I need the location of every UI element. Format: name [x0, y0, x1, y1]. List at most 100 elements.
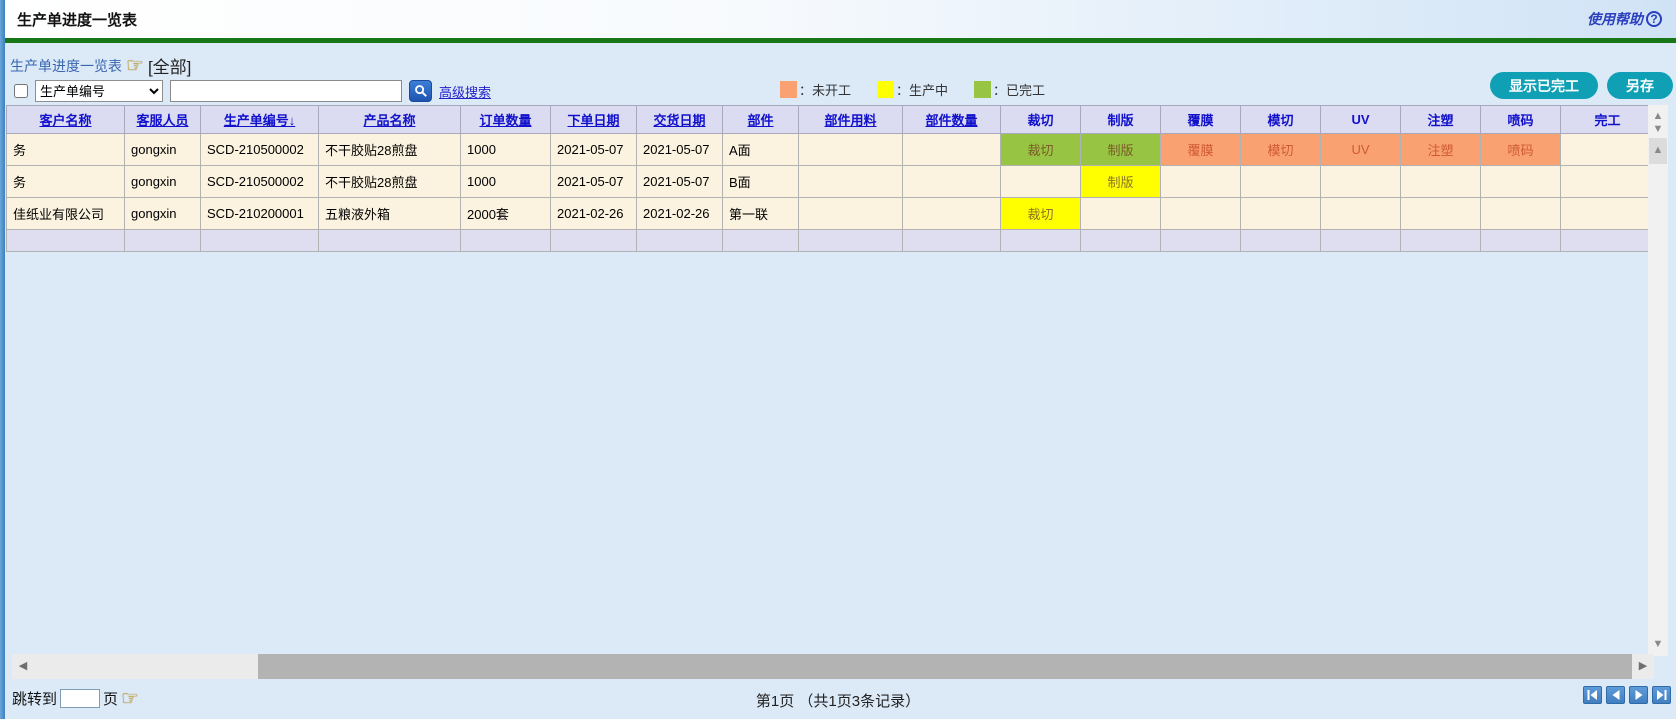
process-cell-plate: 制版	[1081, 134, 1161, 166]
cell-material	[799, 134, 903, 166]
cell-cs_agent: gongxin	[125, 166, 201, 198]
legend-label-in-progress: ：生产中	[896, 80, 948, 99]
column-header-qty[interactable]: 订单数量	[461, 106, 551, 134]
column-header-label[interactable]: 生产单编号↓	[224, 113, 296, 128]
progress-table-wrap: 客户名称 客服人员 生产单编号↓ 产品名称 订单数量 下单日期 交货日期 部件 部件用料 部件数量…	[6, 105, 1656, 252]
first-page-button[interactable]	[1583, 686, 1602, 704]
empty-cell	[1561, 230, 1655, 252]
scroll-up-icon[interactable]: ▲	[1648, 111, 1668, 122]
save-as-button[interactable]: 另存	[1607, 72, 1673, 99]
column-header-label[interactable]: 客服人员	[136, 113, 188, 128]
column-header-order_date[interactable]: 下单日期	[551, 106, 637, 134]
empty-cell	[637, 230, 723, 252]
cell-part: 第一联	[723, 198, 799, 230]
cell-due_date: 2021-05-07	[637, 166, 723, 198]
process-cell-uv	[1321, 198, 1401, 230]
cell-part_qty	[903, 166, 1001, 198]
pagination	[1583, 686, 1671, 704]
column-header-laminate: 覆膜	[1161, 106, 1241, 134]
column-header-label[interactable]: 客户名称	[39, 113, 91, 128]
cell-product: 不干胶贴28煎盘	[319, 134, 461, 166]
scroll-right-icon[interactable]: ▶	[1634, 654, 1652, 679]
scope-label: [全部]	[148, 53, 191, 78]
cell-qty: 1000	[461, 134, 551, 166]
empty-cell	[799, 230, 903, 252]
column-header-material[interactable]: 部件用料	[799, 106, 903, 134]
scroll-bottom-icon[interactable]: ▼	[1648, 639, 1668, 650]
empty-cell	[551, 230, 637, 252]
vertical-scrollbar[interactable]: ▲ ▼ ▲ ▼	[1648, 105, 1668, 656]
last-page-icon	[1656, 690, 1667, 700]
column-header-label[interactable]: 订单数量	[479, 113, 531, 128]
column-header-label[interactable]: 部件用料	[824, 113, 876, 128]
column-header-label[interactable]: 产品名称	[363, 113, 415, 128]
page-title: 生产单进度一览表	[0, 9, 137, 30]
process-cell-cut: 裁切	[1001, 134, 1081, 166]
empty-cell	[7, 230, 125, 252]
column-header-order_no[interactable]: 生产单编号↓	[201, 106, 319, 134]
search-field-select[interactable]: 生产单编号	[35, 80, 163, 102]
status-legend: ：未开工 ：生产中 ：已完工	[780, 80, 1045, 99]
process-cell-inject	[1401, 198, 1481, 230]
table-row: 佳纸业有限公司gongxinSCD-210200001五粮液外箱2000套202…	[7, 198, 1655, 230]
empty-cell	[1401, 230, 1481, 252]
process-cell-diecut	[1241, 198, 1321, 230]
horizontal-scrollbar[interactable]: ◀ ▶	[12, 654, 1654, 679]
column-header-label: 模切	[1267, 113, 1293, 128]
column-header-due_date[interactable]: 交货日期	[637, 106, 723, 134]
empty-cell	[1081, 230, 1161, 252]
column-header-product[interactable]: 产品名称	[319, 106, 461, 134]
process-cell-finish	[1561, 134, 1655, 166]
vertical-scroll-thumb[interactable]: ▲	[1649, 138, 1667, 164]
column-header-customer[interactable]: 客户名称	[7, 106, 125, 134]
column-header-label[interactable]: 部件数量	[925, 113, 977, 128]
column-header-uv: UV	[1321, 106, 1401, 134]
empty-table-row	[7, 230, 1655, 252]
empty-cell	[125, 230, 201, 252]
breadcrumb-link[interactable]: 生产单进度一览表	[10, 56, 122, 76]
cell-part_qty	[903, 198, 1001, 230]
last-page-button[interactable]	[1652, 686, 1671, 704]
cell-qty: 1000	[461, 166, 551, 198]
advanced-search-link[interactable]: 高级搜索	[439, 82, 491, 101]
next-page-button[interactable]	[1629, 686, 1648, 704]
process-cell-finish	[1561, 166, 1655, 198]
horizontal-scroll-thumb[interactable]	[258, 654, 1632, 679]
filter-checkbox[interactable]	[14, 84, 28, 98]
empty-cell	[723, 230, 799, 252]
legend-swatch-done	[974, 81, 991, 98]
column-header-label[interactable]: 部件	[747, 113, 773, 128]
column-header-diecut: 模切	[1241, 106, 1321, 134]
empty-cell	[319, 230, 461, 252]
prev-page-icon	[1611, 690, 1621, 700]
column-header-cs_agent[interactable]: 客服人员	[125, 106, 201, 134]
green-divider	[0, 38, 1676, 43]
scroll-left-icon[interactable]: ◀	[14, 654, 32, 679]
column-header-part[interactable]: 部件	[723, 106, 799, 134]
search-button[interactable]	[409, 80, 432, 102]
cell-qty: 2000套	[461, 198, 551, 230]
column-header-spray: 喷码	[1481, 106, 1561, 134]
show-completed-button[interactable]: 显示已完工	[1490, 72, 1598, 99]
search-input[interactable]	[170, 80, 402, 102]
prev-page-button[interactable]	[1606, 686, 1625, 704]
jump-page-input[interactable]	[60, 689, 100, 708]
empty-cell	[1001, 230, 1081, 252]
pointer-hand-icon[interactable]: ☞	[126, 58, 144, 74]
column-header-label[interactable]: 下单日期	[567, 113, 619, 128]
footer-bar: 跳转到 页 ☞ 第1页 （共1页3条记录）	[0, 680, 1676, 719]
search-icon	[414, 84, 428, 98]
help-link[interactable]: 使用帮助 ?	[1587, 9, 1662, 29]
legend-item-in-progress: ：生产中	[877, 80, 948, 99]
process-cell-laminate: 覆膜	[1161, 134, 1241, 166]
empty-cell	[461, 230, 551, 252]
cell-order_no: SCD-210200001	[201, 198, 319, 230]
jump-go-icon[interactable]: ☞	[121, 691, 139, 707]
search-bar: 生产单编号 高级搜索	[14, 80, 491, 102]
cell-customer: 务	[7, 134, 125, 166]
scroll-down-icon[interactable]: ▼	[1648, 124, 1668, 135]
column-header-part_qty[interactable]: 部件数量	[903, 106, 1001, 134]
empty-cell	[903, 230, 1001, 252]
column-header-label[interactable]: 交货日期	[653, 113, 705, 128]
column-header-plate: 制版	[1081, 106, 1161, 134]
